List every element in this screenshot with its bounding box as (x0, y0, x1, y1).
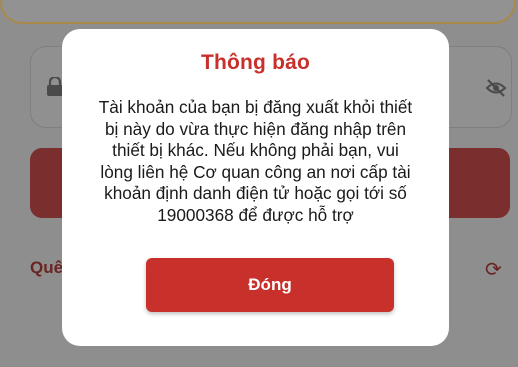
notification-dialog: Thông báo Tài khoản của bạn bị đăng xuất… (62, 29, 449, 346)
dialog-message: Tài khoản của bạn bị đăng xuất khỏi thiế… (98, 97, 413, 225)
close-button[interactable]: Đóng (146, 258, 394, 312)
eye-slash-icon[interactable] (485, 78, 507, 98)
refresh-icon[interactable]: ⟳ (485, 257, 502, 282)
forgot-password-link[interactable]: Quê (30, 258, 63, 278)
username-field[interactable] (0, 0, 516, 24)
dialog-title: Thông báo (200, 51, 311, 74)
